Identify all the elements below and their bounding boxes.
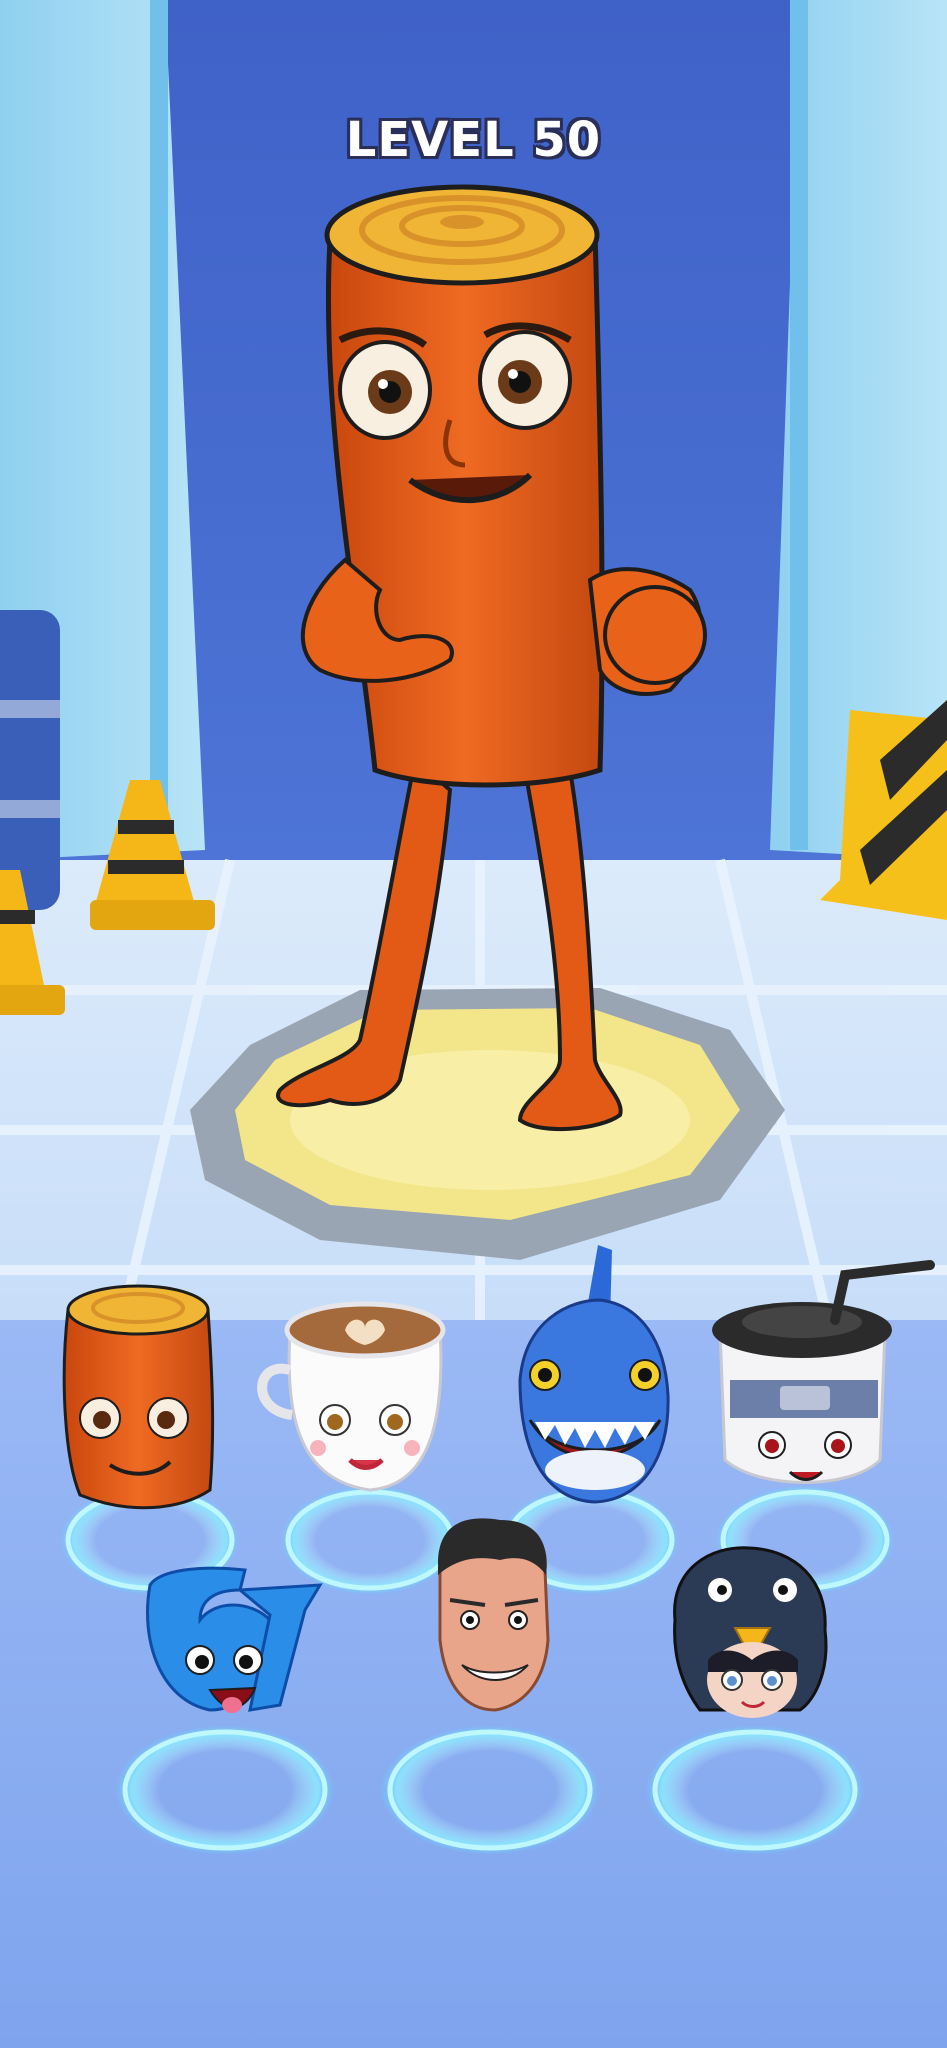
- game-scene: [0, 0, 947, 2048]
- barrel-prop: [0, 610, 60, 910]
- slot-ring: [280, 1485, 460, 1595]
- slot-ring: [115, 1725, 335, 1855]
- slot-ring: [645, 1725, 865, 1855]
- character-slot-smiling-man[interactable]: [438, 1518, 550, 1712]
- character-slot-log-head[interactable]: [62, 1284, 215, 1510]
- slot-ring: [380, 1725, 600, 1855]
- character-slot-penguin-hood-girl[interactable]: [673, 1546, 828, 1718]
- level-label: LEVEL 50: [345, 112, 602, 168]
